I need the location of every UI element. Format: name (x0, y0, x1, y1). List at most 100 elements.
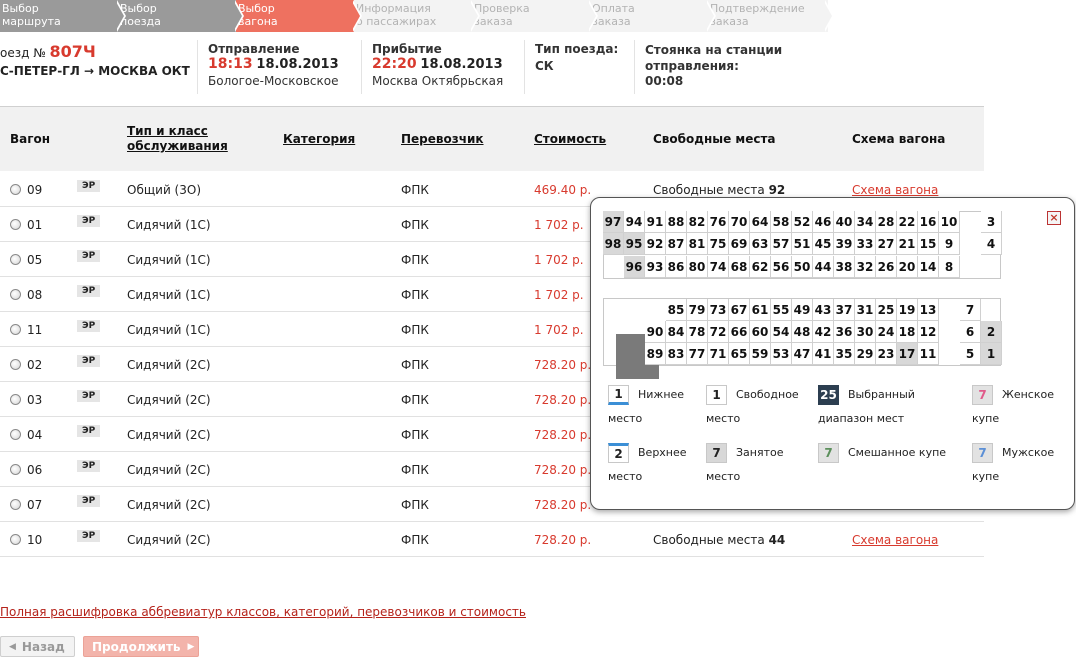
seat[interactable]: 92 (645, 233, 666, 255)
seat[interactable]: 28 (876, 211, 897, 233)
abbreviations-link[interactable]: Полная расшифровка аббревиатур классов, … (0, 605, 526, 619)
seat[interactable]: 42 (813, 321, 834, 343)
seat[interactable]: 14 (918, 256, 939, 278)
seat[interactable]: 3 (981, 211, 1002, 233)
seat[interactable]: 11 (918, 343, 939, 365)
wagon-radio[interactable] (10, 242, 21, 277)
seat[interactable]: 40 (834, 211, 855, 233)
seat[interactable]: 56 (771, 256, 792, 278)
seat[interactable]: 83 (666, 343, 687, 365)
seat[interactable]: 73 (708, 299, 729, 321)
scheme-link[interactable]: Схема вагона (852, 522, 938, 557)
seat[interactable]: 86 (666, 256, 687, 278)
seat[interactable]: 6 (960, 321, 981, 343)
seat[interactable]: 76 (708, 211, 729, 233)
seat[interactable]: 12 (918, 321, 939, 343)
seat[interactable]: 77 (687, 343, 708, 365)
seat[interactable]: 79 (687, 299, 708, 321)
step-2[interactable]: Выбор поезда (118, 0, 238, 32)
seat[interactable]: 29 (855, 343, 876, 365)
wagon-radio[interactable] (10, 522, 21, 557)
seat[interactable]: 31 (855, 299, 876, 321)
seat[interactable]: 91 (645, 211, 666, 233)
seat[interactable]: 15 (918, 233, 939, 255)
seat[interactable]: 65 (729, 343, 750, 365)
seat[interactable]: 18 (897, 321, 918, 343)
seat[interactable]: 36 (834, 321, 855, 343)
seat[interactable]: 30 (855, 321, 876, 343)
seat[interactable]: 54 (771, 321, 792, 343)
seat[interactable]: 71 (708, 343, 729, 365)
seat[interactable]: 9 (939, 233, 960, 255)
seat[interactable]: 46 (813, 211, 834, 233)
seat[interactable]: 87 (666, 233, 687, 255)
wagon-radio[interactable] (10, 312, 21, 347)
seat[interactable]: 52 (792, 211, 813, 233)
seat[interactable]: 68 (729, 256, 750, 278)
seat[interactable]: 60 (750, 321, 771, 343)
wagon-radio[interactable] (10, 207, 21, 242)
seat[interactable]: 13 (918, 299, 939, 321)
wagon-radio[interactable] (10, 452, 21, 487)
seat[interactable]: 67 (729, 299, 750, 321)
seat[interactable]: 16 (918, 211, 939, 233)
seat[interactable]: 89 (645, 343, 666, 365)
seat[interactable]: 7 (960, 299, 981, 321)
seat[interactable]: 27 (876, 233, 897, 255)
seat[interactable]: 75 (708, 233, 729, 255)
seat[interactable]: 53 (771, 343, 792, 365)
seat[interactable]: 26 (876, 256, 897, 278)
seat[interactable]: 57 (771, 233, 792, 255)
close-icon[interactable]: × (1047, 211, 1061, 225)
seat[interactable]: 51 (792, 233, 813, 255)
col-type-sort[interactable]: Тип и класс обслуживания (127, 107, 228, 171)
seat[interactable]: 84 (666, 321, 687, 343)
seat[interactable]: 38 (834, 256, 855, 278)
seat[interactable]: 66 (729, 321, 750, 343)
seat[interactable]: 78 (687, 321, 708, 343)
wagon-radio[interactable] (10, 347, 21, 382)
seat[interactable]: 50 (792, 256, 813, 278)
seat[interactable]: 72 (708, 321, 729, 343)
seat[interactable]: 5 (960, 343, 981, 365)
continue-button[interactable]: Продолжить ▶ (83, 636, 199, 657)
seat[interactable]: 37 (834, 299, 855, 321)
step-1[interactable]: Выбор маршрута (0, 0, 120, 32)
seat[interactable]: 80 (687, 256, 708, 278)
seat[interactable]: 20 (897, 256, 918, 278)
seat[interactable]: 48 (792, 321, 813, 343)
seat[interactable]: 32 (855, 256, 876, 278)
seat[interactable]: 85 (666, 299, 687, 321)
wagon-radio[interactable] (10, 172, 21, 207)
seat[interactable]: 35 (834, 343, 855, 365)
back-button[interactable]: ◀ Назад (0, 636, 75, 657)
seat[interactable]: 90 (645, 321, 666, 343)
seat[interactable]: 55 (771, 299, 792, 321)
seat[interactable]: 64 (750, 211, 771, 233)
seat[interactable]: 4 (981, 233, 1002, 255)
table-row[interactable]: 10 ЭР Сидячий (2С) ФПК 728.20 р. Свободные ме… (0, 522, 984, 557)
wagon-radio[interactable] (10, 487, 21, 522)
seat[interactable]: 94 (624, 211, 645, 233)
col-carrier-sort[interactable]: Перевозчик (401, 107, 484, 171)
seat[interactable]: 82 (687, 211, 708, 233)
seat[interactable]: 41 (813, 343, 834, 365)
seat[interactable]: 24 (876, 321, 897, 343)
seat[interactable]: 62 (750, 256, 771, 278)
seat[interactable]: 25 (876, 299, 897, 321)
seat[interactable]: 19 (897, 299, 918, 321)
seat[interactable]: 88 (666, 211, 687, 233)
seat[interactable]: 39 (834, 233, 855, 255)
seat[interactable]: 74 (708, 256, 729, 278)
seat[interactable]: 93 (645, 256, 666, 278)
seat[interactable]: 45 (813, 233, 834, 255)
seat[interactable]: 61 (750, 299, 771, 321)
seat[interactable]: 58 (771, 211, 792, 233)
seat[interactable]: 81 (687, 233, 708, 255)
seat[interactable]: 69 (729, 233, 750, 255)
seat[interactable]: 47 (792, 343, 813, 365)
seat[interactable]: 63 (750, 233, 771, 255)
wagon-radio[interactable] (10, 382, 21, 417)
seat[interactable]: 43 (813, 299, 834, 321)
seat[interactable]: 49 (792, 299, 813, 321)
